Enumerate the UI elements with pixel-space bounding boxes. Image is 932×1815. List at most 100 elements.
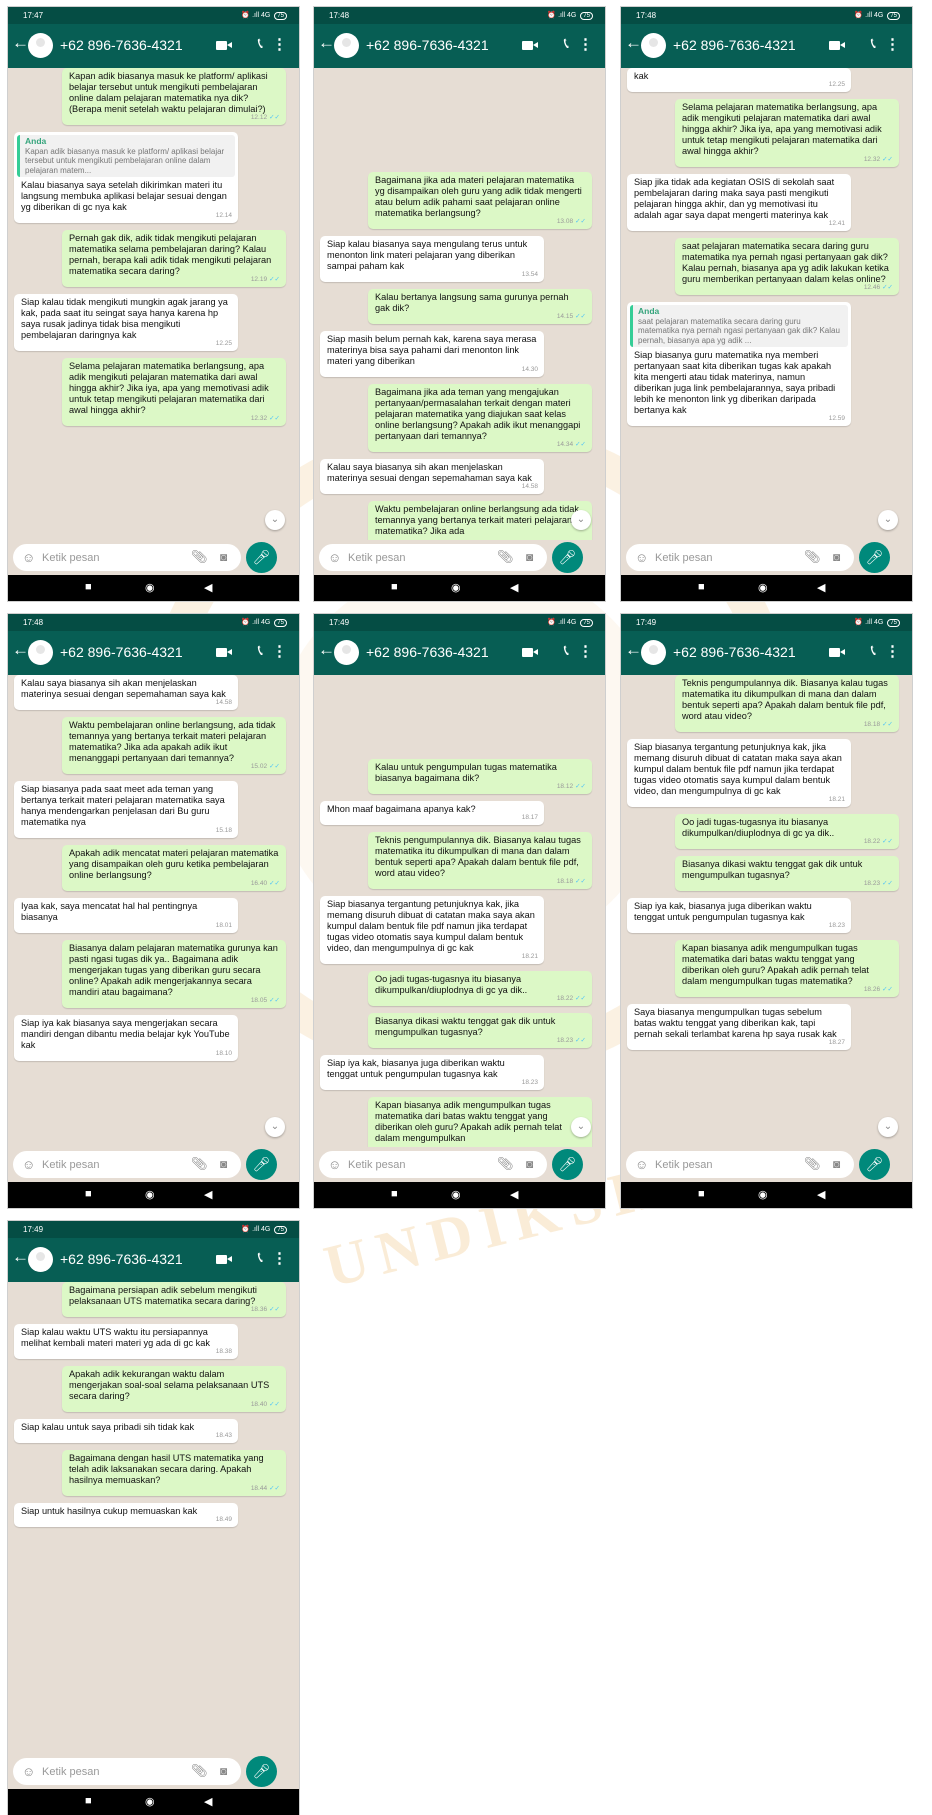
video-camera-icon[interactable] (216, 648, 232, 657)
message-bubble-outgoing[interactable]: Biasanya dikasi waktu tenggat gak dik un… (368, 1013, 592, 1048)
message-bubble-incoming[interactable]: Siap iya kak biasanya saya mengerjakan s… (14, 1015, 238, 1061)
message-bubble-outgoing[interactable]: Selama pelajaran matematika berlangsung,… (62, 358, 286, 426)
avatar[interactable] (28, 33, 53, 58)
message-input[interactable]: ☺ Ketik pesan 📎︎ ◙ (13, 544, 241, 571)
avatar[interactable] (641, 640, 666, 665)
message-bubble-outgoing[interactable]: Biasanya dalam pelajaran matematika guru… (62, 940, 286, 1008)
message-bubble-outgoing[interactable]: Kapan biasanya adik mengumpulkan tugas m… (368, 1097, 592, 1147)
avatar[interactable] (28, 640, 53, 665)
message-bubble-incoming[interactable]: Siap biasanya tergantung petunjuknya kak… (320, 896, 544, 964)
stop-square-icon[interactable]: ■ (85, 1795, 92, 1807)
emoji-icon[interactable]: ☺ (328, 550, 341, 565)
message-bubble-outgoing[interactable]: Bagaimana jika ada materi pelajaran mate… (368, 172, 592, 229)
phone-icon[interactable]: 📞︎ (564, 35, 569, 52)
stop-square-icon[interactable]: ■ (698, 581, 705, 593)
chevron-down-icon[interactable]: ⌄ (571, 1117, 591, 1137)
contact-name[interactable]: +62 896-7636-4321 (60, 644, 183, 660)
stop-square-icon[interactable]: ■ (85, 1188, 92, 1200)
more-vertical-icon[interactable]: ⋮ (885, 35, 900, 53)
paperclip-icon[interactable]: 📎︎ (191, 1156, 208, 1172)
video-camera-icon[interactable] (216, 1255, 232, 1264)
emoji-icon[interactable]: ☺ (328, 1157, 341, 1172)
message-bubble-incoming[interactable]: Siap biasanya pada saat meet ada teman y… (14, 781, 238, 838)
message-bubble-outgoing[interactable]: Pernah gak dik, adik tidak mengikuti pel… (62, 230, 286, 287)
message-bubble-outgoing[interactable]: Bagaimana dengan hasil UTS matematika ya… (62, 1450, 286, 1496)
chevron-down-icon[interactable]: ⌄ (265, 510, 285, 530)
paperclip-icon[interactable]: 📎︎ (497, 1156, 514, 1172)
message-bubble-incoming[interactable]: Saya biasanya mengumpulkan tugas sebelum… (627, 1004, 851, 1050)
message-bubble-outgoing[interactable]: Bagaimana persiapan adik sebelum mengiku… (62, 1282, 286, 1317)
chat-area[interactable]: kak 12.25 Selama pelajaran matematika berl… (621, 68, 912, 540)
paperclip-icon[interactable]: 📎︎ (497, 549, 514, 565)
quoted-message[interactable]: Anda Kapan adik biasanya masuk ke platfor… (17, 135, 235, 177)
message-bubble-outgoing[interactable]: saat pelajaran matematika secara daring … (675, 238, 899, 295)
home-circle-icon[interactable]: ◉ (451, 581, 461, 594)
back-triangle-icon[interactable]: ◀ (204, 1795, 212, 1808)
chevron-down-icon[interactable]: ⌄ (878, 1117, 898, 1137)
more-vertical-icon[interactable]: ⋮ (578, 35, 593, 53)
stop-square-icon[interactable]: ■ (391, 581, 398, 593)
microphone-icon[interactable]: 🎤︎ (246, 1149, 277, 1180)
contact-name[interactable]: +62 896-7636-4321 (673, 644, 796, 660)
emoji-icon[interactable]: ☺ (22, 550, 35, 565)
video-camera-icon[interactable] (522, 41, 538, 50)
message-bubble-incoming[interactable]: Siap biasanya tergantung petunjuknya kak… (627, 739, 851, 807)
more-vertical-icon[interactable]: ⋮ (272, 1249, 287, 1267)
more-vertical-icon[interactable]: ⋮ (272, 35, 287, 53)
camera-icon[interactable]: ◙ (526, 1157, 533, 1171)
microphone-icon[interactable]: 🎤︎ (246, 542, 277, 573)
home-circle-icon[interactable]: ◉ (758, 581, 768, 594)
camera-icon[interactable]: ◙ (220, 1764, 227, 1778)
chat-area[interactable]: Kapan adik biasanya masuk ke platform/ a… (8, 68, 299, 540)
emoji-icon[interactable]: ☺ (22, 1764, 35, 1779)
contact-name[interactable]: +62 896-7636-4321 (366, 644, 489, 660)
message-bubble-outgoing[interactable]: Apakah adik kekurangan waktu dalam menge… (62, 1366, 286, 1412)
message-bubble-outgoing[interactable]: Oo jadi tugas-tugasnya itu biasanya diku… (368, 971, 592, 1006)
phone-icon[interactable]: 📞︎ (258, 642, 263, 659)
paperclip-icon[interactable]: 📎︎ (191, 549, 208, 565)
arrow-left-icon[interactable]: ← (318, 640, 335, 660)
arrow-left-icon[interactable]: ← (12, 33, 29, 53)
microphone-icon[interactable]: 🎤︎ (552, 542, 583, 573)
message-bubble-outgoing[interactable]: Waktu pembelajaran online berlangsung, a… (62, 717, 286, 774)
message-bubble-outgoing[interactable]: Bagaimana jika ada teman yang mengajukan… (368, 384, 592, 452)
back-triangle-icon[interactable]: ◀ (204, 581, 212, 594)
camera-icon[interactable]: ◙ (833, 550, 840, 564)
message-bubble-incoming[interactable]: Anda saat pelajaran matematika secara dar… (627, 302, 851, 426)
arrow-left-icon[interactable]: ← (625, 33, 642, 53)
message-bubble-outgoing[interactable]: Waktu pembelajaran online berlangsung ad… (368, 501, 592, 540)
home-circle-icon[interactable]: ◉ (145, 1188, 155, 1201)
phone-icon[interactable]: 📞︎ (564, 642, 569, 659)
avatar[interactable] (28, 1247, 53, 1272)
message-bubble-outgoing[interactable]: Kapan biasanya adik mengumpulkan tugas m… (675, 940, 899, 997)
chat-area[interactable]: Bagaimana persiapan adik sebelum mengiku… (8, 1282, 299, 1754)
message-input[interactable]: ☺ Ketik pesan 📎︎ ◙ (13, 1151, 241, 1178)
arrow-left-icon[interactable]: ← (625, 640, 642, 660)
emoji-icon[interactable]: ☺ (635, 1157, 648, 1172)
chevron-down-icon[interactable]: ⌄ (265, 1117, 285, 1137)
video-camera-icon[interactable] (829, 41, 845, 50)
phone-icon[interactable]: 📞︎ (258, 1249, 263, 1266)
microphone-icon[interactable]: 🎤︎ (859, 1149, 890, 1180)
message-bubble-incoming[interactable]: Siap jika tidak ada kegiatan OSIS di sek… (627, 174, 851, 231)
arrow-left-icon[interactable]: ← (12, 1247, 29, 1267)
message-bubble-incoming[interactable]: Iyaa kak, saya mencatat hal hal pentingn… (14, 898, 238, 933)
more-vertical-icon[interactable]: ⋮ (578, 642, 593, 660)
chevron-down-icon[interactable]: ⌄ (878, 510, 898, 530)
microphone-icon[interactable]: 🎤︎ (246, 1756, 277, 1787)
phone-icon[interactable]: 📞︎ (871, 642, 876, 659)
back-triangle-icon[interactable]: ◀ (204, 1188, 212, 1201)
contact-name[interactable]: +62 896-7636-4321 (60, 1251, 183, 1267)
phone-icon[interactable]: 📞︎ (258, 35, 263, 52)
avatar[interactable] (641, 33, 666, 58)
emoji-icon[interactable]: ☺ (22, 1157, 35, 1172)
back-triangle-icon[interactable]: ◀ (510, 1188, 518, 1201)
chat-area[interactable]: Kalau saya biasanya sih akan menjelaskan… (8, 675, 299, 1147)
message-bubble-incoming[interactable]: Siap iya kak, biasanya juga diberikan wa… (627, 898, 851, 933)
message-bubble-outgoing[interactable]: Teknis pengumpulannya dik. Biasanya kala… (368, 832, 592, 889)
video-camera-icon[interactable] (522, 648, 538, 657)
home-circle-icon[interactable]: ◉ (758, 1188, 768, 1201)
paperclip-icon[interactable]: 📎︎ (804, 1156, 821, 1172)
emoji-icon[interactable]: ☺ (635, 550, 648, 565)
message-input[interactable]: ☺ Ketik pesan 📎︎ ◙ (319, 1151, 547, 1178)
